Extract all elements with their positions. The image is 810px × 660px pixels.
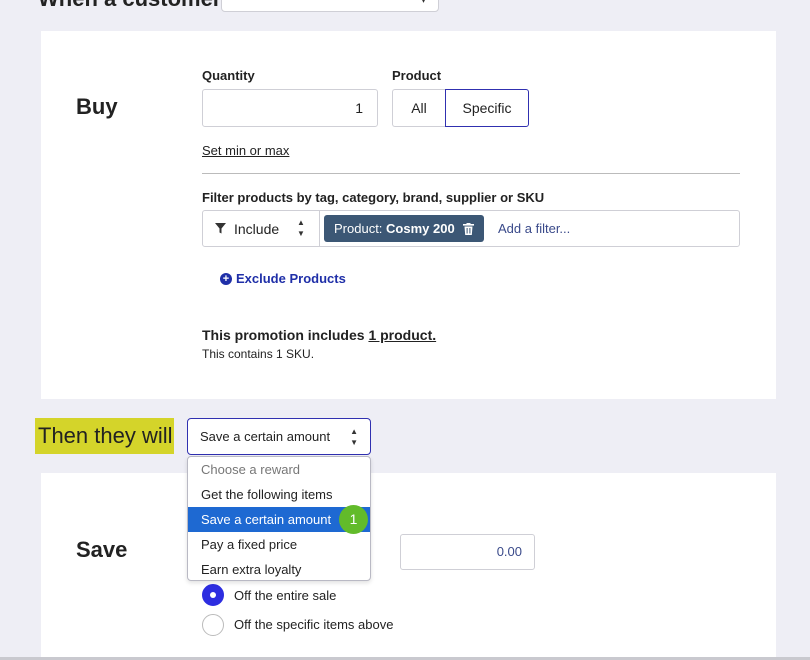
save-title: Save <box>76 537 128 562</box>
add-filter-input[interactable]: Add a filter... <box>498 221 570 236</box>
filter-chip[interactable]: Product: Cosmy 200 <box>324 215 484 242</box>
then-they-will-label: Then they will <box>35 418 174 454</box>
promotion-summary: This promotion includes 1 product. <box>202 327 436 343</box>
set-min-max-link[interactable]: Set min or max <box>202 143 289 158</box>
quantity-label: Quantity <box>202 68 255 83</box>
chip-value: Cosmy 200 <box>386 221 455 236</box>
quantity-input[interactable]: 1 <box>202 89 378 127</box>
chip-prefix: Product: <box>334 221 383 236</box>
reward-dropdown-menu: Choose a reward Get the following items … <box>187 456 371 581</box>
reward-select-value: Save a certain amount <box>200 429 331 444</box>
product-label: Product <box>392 68 442 83</box>
customer-condition-select[interactable]: ▾ <box>221 0 439 12</box>
radio-specific-items[interactable] <box>202 614 224 636</box>
exclude-products-label: Exclude Products <box>236 271 346 286</box>
filter-row: Include ▲ ▼ Product: Cosmy 200 Add a filt… <box>202 210 740 247</box>
trash-icon[interactable] <box>462 222 474 235</box>
filter-mode-label: Include <box>234 221 280 237</box>
buy-title: Buy <box>76 94 118 119</box>
dropdown-item-save-amount[interactable]: Save a certain amount 1 <box>188 505 370 534</box>
divider <box>202 173 740 174</box>
radio-entire-sale-label: Off the entire sale <box>234 588 337 603</box>
funnel-icon <box>215 223 226 234</box>
save-amount-input[interactable]: 0.00 <box>400 534 535 570</box>
when-customer-label: When a customer <box>38 0 221 12</box>
buy-card: Buy Quantity 1 Product All Specific Set … <box>41 31 776 399</box>
save-card: Save 0.00 Off the entire sale Off the sp… <box>41 473 776 660</box>
plus-circle-icon: + <box>220 272 232 285</box>
filter-mode-select[interactable]: Include ▲ ▼ <box>203 211 320 246</box>
filter-label: Filter products by tag, category, brand,… <box>202 190 545 205</box>
step-badge: 1 <box>339 505 368 534</box>
dropdown-item-get-items[interactable]: Get the following items <box>188 482 370 507</box>
summary-prefix: This promotion includes <box>202 327 365 343</box>
radio-entire-sale[interactable] <box>202 584 224 606</box>
dropdown-item-choose-reward[interactable]: Choose a reward <box>188 457 370 482</box>
dropdown-item-fixed-price[interactable]: Pay a fixed price <box>188 532 370 557</box>
exclude-products-link[interactable]: + Exclude Products <box>220 271 346 286</box>
dropdown-item-extra-loyalty[interactable]: Earn extra loyalty <box>188 557 370 580</box>
summary-sku-count: This contains 1 SKU. <box>202 347 315 361</box>
product-all-button[interactable]: All <box>392 89 445 127</box>
updown-arrows-icon: ▲ ▼ <box>350 427 358 447</box>
chevron-down-icon: ▾ <box>420 0 426 6</box>
product-toggle: All Specific <box>392 89 529 127</box>
dropdown-item-save-amount-label: Save a certain amount <box>201 512 332 527</box>
updown-arrows-icon: ▲ ▼ <box>297 218 305 238</box>
reward-select[interactable]: Save a certain amount ▲ ▼ <box>187 418 371 455</box>
radio-specific-items-label: Off the specific items above <box>234 617 394 632</box>
product-specific-button[interactable]: Specific <box>445 89 529 127</box>
summary-product-link[interactable]: 1 product. <box>368 327 436 343</box>
